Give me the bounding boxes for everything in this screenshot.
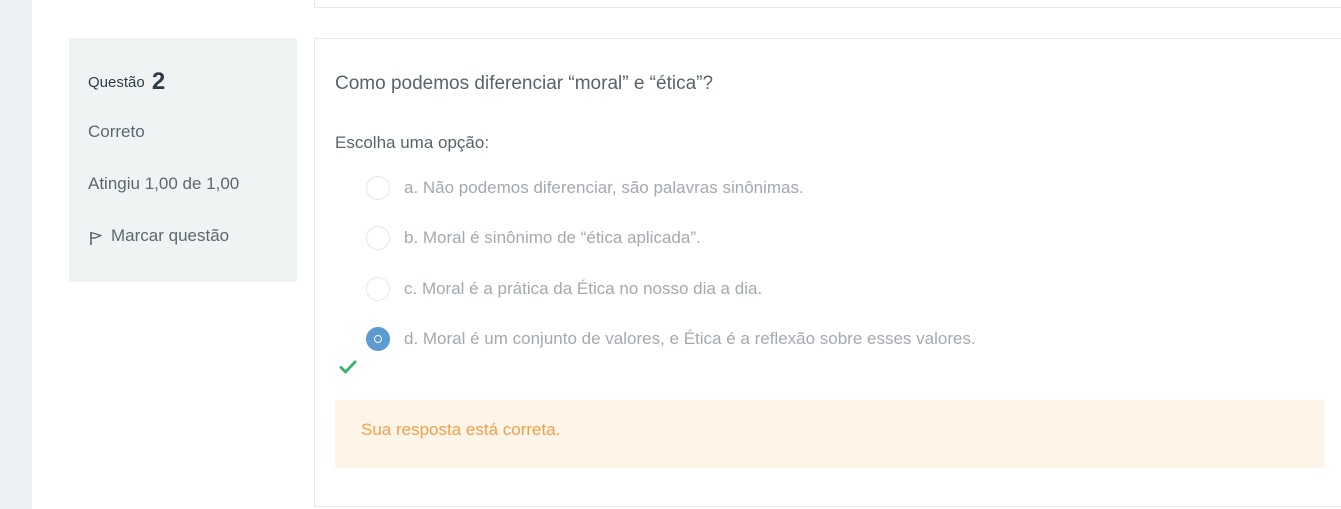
check-icon <box>339 360 357 374</box>
feedback-box: Sua resposta está correta. <box>335 400 1325 468</box>
option-b[interactable]: b. Moral é sinônimo de “ética aplicada”. <box>366 225 701 251</box>
question-grade: Atingiu 1,00 de 1,00 <box>88 174 240 193</box>
page-left-rail <box>0 0 32 509</box>
option-d-radio-selected[interactable] <box>366 327 390 351</box>
question-text: Como podemos diferenciar “moral” e “étic… <box>335 73 714 94</box>
question-number: Questão 2 <box>88 68 165 96</box>
option-c-radio[interactable] <box>366 277 390 301</box>
option-c-label: c. Moral é a prática da Ética no nosso d… <box>404 279 763 298</box>
flag-question-link[interactable]: Marcar questão <box>88 226 229 246</box>
option-a-label: a. Não podemos diferenciar, são palavras… <box>404 178 804 197</box>
option-d-label: d. Moral é um conjunto de valores, e Éti… <box>404 329 976 348</box>
question-label: Questão <box>88 74 145 91</box>
question-content-card: Como podemos diferenciar “moral” e “étic… <box>314 38 1341 507</box>
option-b-radio[interactable] <box>366 226 390 250</box>
option-a-radio[interactable] <box>366 176 390 200</box>
previous-question-card <box>314 0 1341 8</box>
question-number-value: 2 <box>151 68 166 95</box>
question-state: Correto <box>88 122 145 141</box>
question-info-box: Questão 2 Correto Atingiu 1,00 de 1,00 M… <box>69 38 297 282</box>
option-c[interactable]: c. Moral é a prática da Ética no nosso d… <box>366 276 762 302</box>
feedback-text: Sua resposta está correta. <box>361 420 561 439</box>
option-b-label: b. Moral é sinônimo de “ética aplicada”. <box>404 228 701 247</box>
flag-icon <box>90 231 102 245</box>
option-a[interactable]: a. Não podemos diferenciar, são palavras… <box>366 175 804 201</box>
answer-prompt: Escolha uma opção: <box>335 133 490 152</box>
option-d[interactable]: d. Moral é um conjunto de valores, e Éti… <box>366 326 976 352</box>
flag-question-label: Marcar questão <box>111 226 230 245</box>
